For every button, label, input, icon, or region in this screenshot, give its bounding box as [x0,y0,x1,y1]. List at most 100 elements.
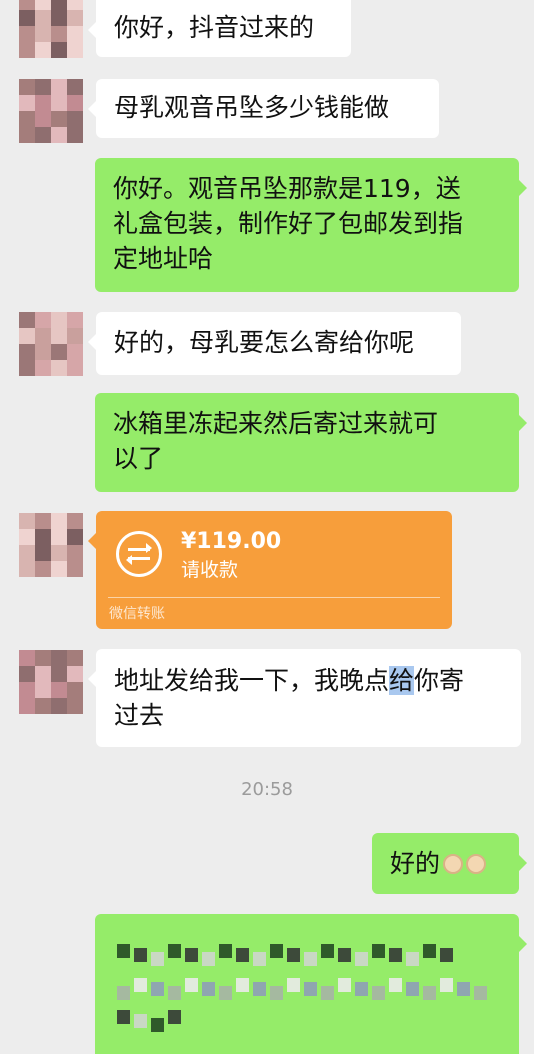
avatar-pixel [67,666,83,682]
blur-pixel [389,948,402,962]
message-text: 好的，母乳要怎么寄给你呢 [114,328,415,357]
blur-pixel [389,978,402,992]
blur-pixel [406,952,419,966]
blur-pixel [253,982,266,996]
contact-avatar[interactable] [19,0,83,58]
blur-pixel [372,986,385,1000]
avatar-pixel [67,529,83,545]
transfer-icon [116,531,162,577]
avatar-pixel [67,79,83,95]
contact-avatar[interactable] [19,650,83,714]
avatar-pixel [35,111,51,127]
incoming-message[interactable]: 母乳观音吊坠多少钱能做 [88,79,439,138]
blur-pixel [168,986,181,1000]
blur-pixel [304,952,317,966]
avatar-pixel [19,529,35,545]
selected-text[interactable]: 给 [389,666,415,695]
message-line: 以了 [113,444,164,473]
blur-pixel [219,944,232,958]
avatar-pixel [51,79,67,95]
blur-pixel [321,986,334,1000]
message-text: 地址发给我一下，我晚点 [114,666,390,695]
blur-pixel [474,986,487,1000]
message-text: 好的 [390,849,441,878]
message-line: 冰箱里冻起来然后寄过来就可 [113,409,439,438]
blur-pixel [117,944,130,958]
avatar-pixel [35,312,51,328]
avatar-pixel [35,545,51,561]
blur-pixel [168,1010,181,1024]
avatar-pixel [51,698,67,714]
avatar-pixel [35,26,51,42]
contact-avatar[interactable] [19,79,83,143]
blur-pixel [134,948,147,962]
avatar-pixel [19,26,35,42]
avatar-pixel [35,127,51,143]
blur-pixel [270,986,283,1000]
incoming-message[interactable]: 地址发给我一下，我晚点给你寄 过去 [88,649,521,747]
avatar-pixel [19,513,35,529]
contact-avatar[interactable] [19,513,83,577]
avatar-pixel [67,328,83,344]
avatar-pixel [67,698,83,714]
avatar-pixel [51,111,67,127]
avatar-pixel [67,0,83,10]
avatar-pixel [19,10,35,26]
avatar-pixel [35,513,51,529]
avatar-pixel [51,10,67,26]
avatar-pixel [19,666,35,682]
ok-hand-icon [466,854,487,874]
blur-pixel [338,948,351,962]
avatar-pixel [67,26,83,42]
transfer-card[interactable]: ¥119.00 请收款 微信转账 [88,511,452,629]
outgoing-message[interactable]: 冰箱里冻起来然后寄过来就可 以了 [95,393,527,492]
blur-pixel [253,952,266,966]
blur-pixel [304,982,317,996]
blur-pixel [134,1014,147,1028]
outgoing-message[interactable]: 好的 [372,833,527,894]
transfer-amount: ¥119.00 [181,529,282,554]
message-line: 过去 [114,701,165,730]
blur-pixel [423,986,436,1000]
avatar-pixel [51,682,67,698]
avatar-pixel [51,42,67,58]
avatar-pixel [67,682,83,698]
avatar-pixel [67,650,83,666]
avatar-pixel [35,666,51,682]
blur-pixel [423,944,436,958]
avatar-pixel [51,545,67,561]
avatar-pixel [35,698,51,714]
blur-pixel [185,978,198,992]
avatar-pixel [19,111,35,127]
avatar-pixel [35,95,51,111]
blur-pixel [457,982,470,996]
message-text: 你寄 [414,666,465,695]
avatar-pixel [19,127,35,143]
avatar-pixel [51,344,67,360]
avatar-pixel [35,682,51,698]
avatar-pixel [35,344,51,360]
avatar-pixel [19,95,35,111]
avatar-pixel [67,95,83,111]
outgoing-message-blurred[interactable] [95,914,527,1054]
blur-pixel [134,978,147,992]
avatar-pixel [51,26,67,42]
avatar-pixel [51,127,67,143]
contact-avatar[interactable] [19,312,83,376]
avatar-pixel [35,0,51,10]
message-text: 母乳观音吊坠多少钱能做 [114,93,390,122]
blur-pixel [219,986,232,1000]
message-line: 礼盒包装，制作好了包邮发到指 [113,209,464,238]
incoming-message[interactable]: 好的，母乳要怎么寄给你呢 [88,312,461,375]
blur-pixel [151,1018,164,1032]
incoming-message[interactable]: 你好，抖音过来的 [88,0,351,57]
avatar-pixel [51,513,67,529]
divider [108,597,440,598]
avatar-pixel [19,360,35,376]
blur-pixel [287,978,300,992]
avatar-pixel [67,561,83,577]
outgoing-message[interactable]: 你好。观音吊坠那款是119，送 礼盒包装，制作好了包邮发到指 定地址哈 [95,158,527,292]
blur-pixel [236,948,249,962]
avatar-pixel [19,42,35,58]
avatar-pixel [51,561,67,577]
